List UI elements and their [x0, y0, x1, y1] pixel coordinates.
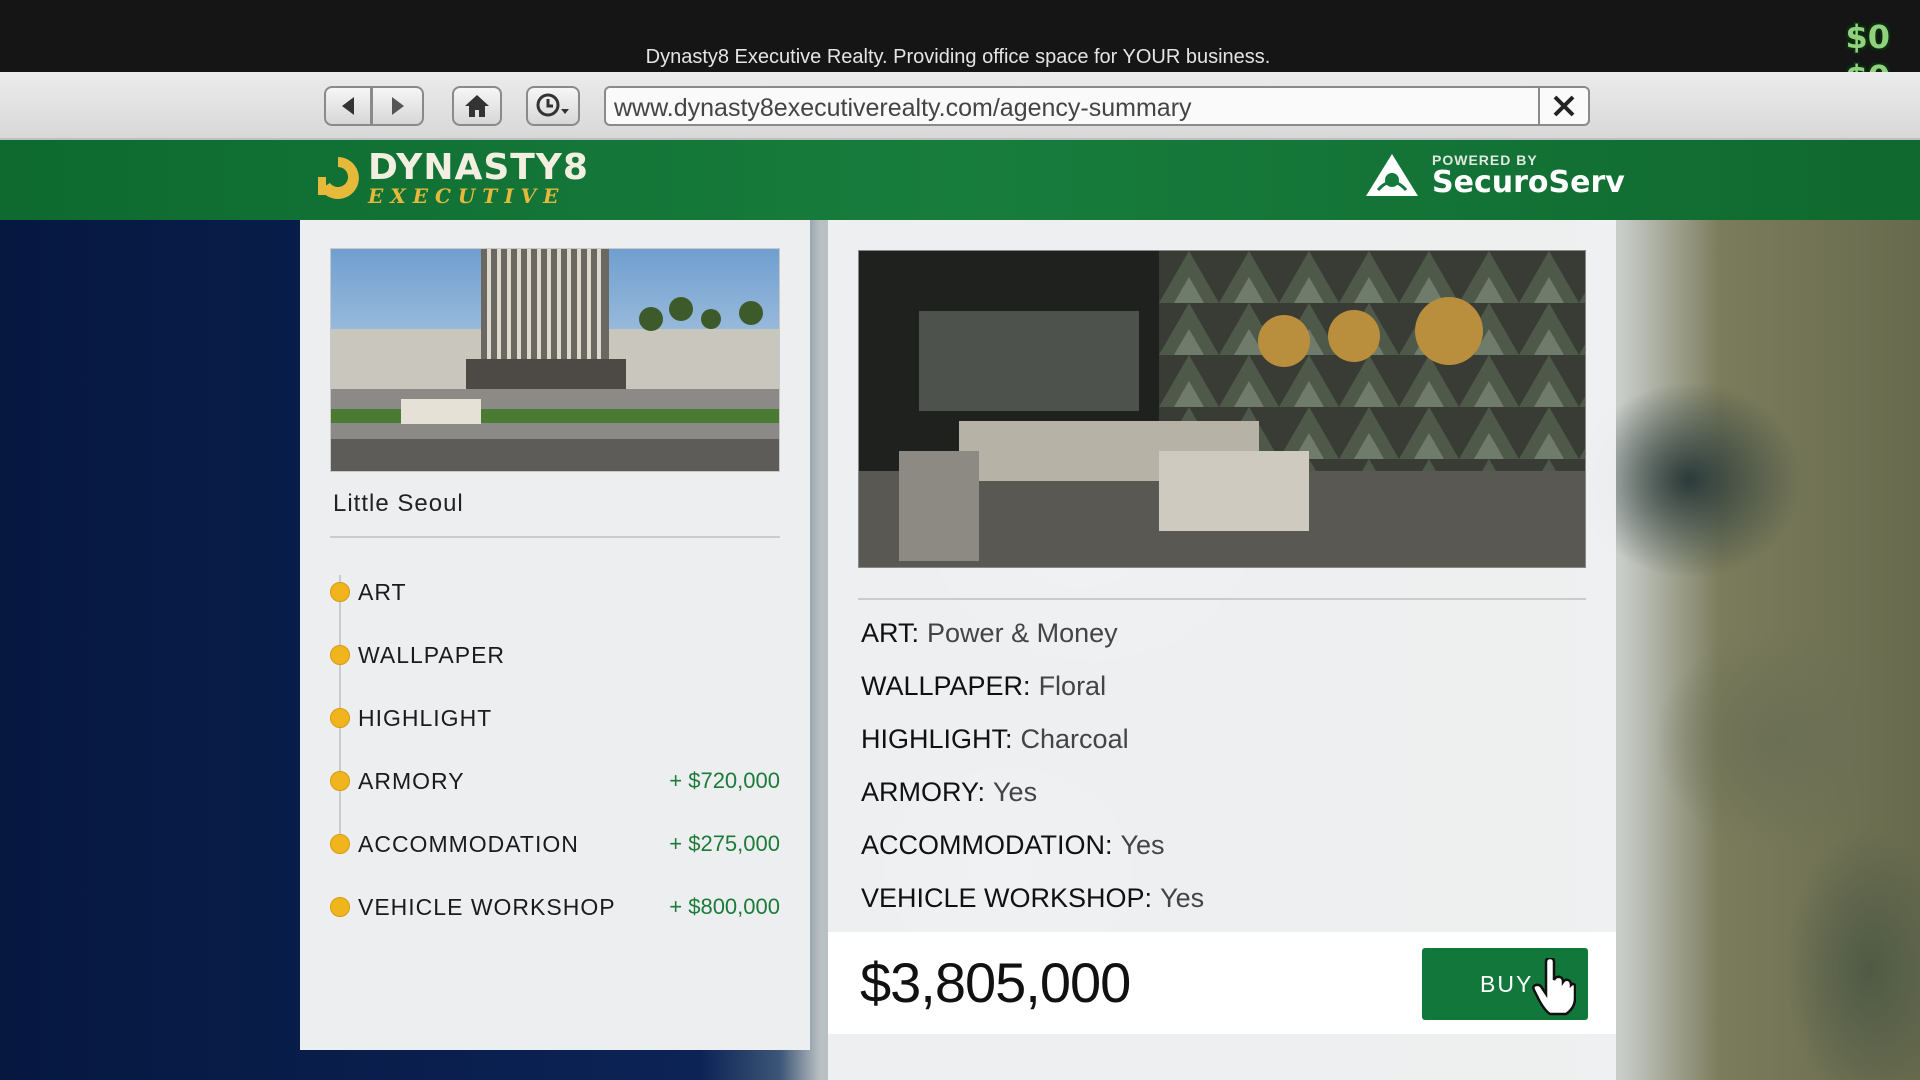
game-top-bar: Dynasty8 Executive Realty. Providing off… — [0, 0, 1920, 72]
summary-row-highlight: HIGHLIGHT: Charcoal — [861, 724, 1129, 755]
summary-key: ACCOMMODATION: — [861, 830, 1113, 860]
securoserv-logo: POWERED BY SecuroServ — [1364, 152, 1625, 198]
option-wallpaper[interactable]: WALLPAPER — [330, 635, 780, 675]
office-interior-image — [858, 250, 1586, 568]
summary-panel: ART: Power & Money WALLPAPER: Floral HIGHL… — [828, 220, 1616, 1080]
securoserv-emblem-icon — [1366, 154, 1418, 196]
options-panel: Little Seoul ART WALLPAPER HIGHLIGHT ARM… — [300, 220, 810, 1050]
option-label: ACCOMMODATION — [358, 830, 579, 857]
option-dot-icon — [330, 771, 350, 791]
address-bar[interactable]: www.dynasty8executiverealty.com/agency-s… — [604, 86, 1590, 126]
summary-value: Yes — [1160, 883, 1205, 913]
price-bar: $3,805,000 BUY — [828, 932, 1616, 1034]
summary-value: Charcoal — [1020, 724, 1129, 754]
home-icon — [465, 95, 489, 117]
option-label: WALLPAPER — [358, 641, 506, 668]
dynasty8-emblem-icon — [318, 157, 359, 199]
option-dot-icon — [330, 708, 350, 728]
option-dot-icon — [330, 834, 350, 854]
option-accommodation[interactable]: ACCOMMODATION + $275,000 — [330, 824, 780, 864]
divider — [330, 536, 780, 538]
option-highlight[interactable]: HIGHLIGHT — [330, 698, 780, 738]
summary-row-art: ART: Power & Money — [861, 618, 1118, 649]
summary-key: ART: — [861, 618, 920, 648]
option-armory[interactable]: ARMORY + $720,000 — [330, 761, 780, 801]
option-price: + $275,000 — [669, 831, 780, 856]
dynasty8-logo[interactable]: DYNASTY8 EXECUTIVE — [314, 150, 589, 206]
cash-display-bank: $0 — [1845, 18, 1890, 56]
summary-row-accommodation: ACCOMMODATION: Yes — [861, 830, 1165, 861]
option-dot-icon — [330, 645, 350, 665]
close-icon — [1553, 95, 1575, 117]
summary-value: Yes — [993, 777, 1038, 807]
close-button[interactable] — [1538, 88, 1588, 124]
window-title: Dynasty8 Executive Realty. Providing off… — [645, 46, 1271, 68]
forward-arrow-icon — [391, 97, 404, 115]
option-dot-icon — [330, 897, 350, 917]
summary-value: Floral — [1038, 671, 1107, 701]
summary-value: Yes — [1120, 830, 1165, 860]
history-button[interactable] — [526, 86, 580, 126]
option-label: VEHICLE WORKSHOP — [358, 893, 616, 920]
divider — [858, 598, 1586, 600]
summary-value: Power & Money — [927, 618, 1118, 648]
option-label: ARMORY — [358, 767, 465, 794]
summary-key: WALLPAPER: — [861, 671, 1031, 701]
back-arrow-icon — [342, 97, 354, 115]
property-location-name: Little Seoul — [333, 490, 464, 517]
option-art[interactable]: ART — [330, 572, 780, 612]
option-label: HIGHLIGHT — [358, 704, 493, 731]
summary-row-vehicle-workshop: VEHICLE WORKSHOP: Yes — [861, 883, 1204, 914]
back-button[interactable] — [324, 86, 372, 126]
option-price: + $800,000 — [669, 894, 780, 919]
home-button[interactable] — [452, 86, 502, 126]
securoserv-name: SecuroServ — [1432, 165, 1625, 200]
option-label: ART — [358, 578, 407, 605]
option-dot-icon — [330, 582, 350, 602]
summary-key: ARMORY: — [861, 777, 986, 807]
option-vehicle-workshop[interactable]: VEHICLE WORKSHOP + $800,000 — [330, 887, 780, 927]
summary-row-wallpaper: WALLPAPER: Floral — [861, 671, 1106, 702]
url-text: www.dynasty8executiverealty.com/agency-s… — [614, 94, 1192, 122]
logo-sub-text: EXECUTIVE — [368, 184, 566, 208]
total-price: $3,805,000 — [860, 951, 1131, 1014]
property-exterior-image — [330, 248, 780, 472]
browser-nav-bar: www.dynasty8executiverealty.com/agency-s… — [0, 72, 1920, 140]
summary-row-armory: ARMORY: Yes — [861, 777, 1037, 808]
hand-cursor-icon — [1532, 958, 1576, 1016]
summary-key: HIGHLIGHT: — [861, 724, 1013, 754]
history-clock-icon — [536, 93, 569, 117]
site-header: DYNASTY8 EXECUTIVE POWERED BY SecuroServ — [0, 140, 1920, 220]
logo-main-text: DYNASTY8 — [368, 147, 589, 188]
summary-key: VEHICLE WORKSHOP: — [861, 883, 1153, 913]
option-price: + $720,000 — [669, 768, 780, 793]
forward-button[interactable] — [372, 86, 424, 126]
